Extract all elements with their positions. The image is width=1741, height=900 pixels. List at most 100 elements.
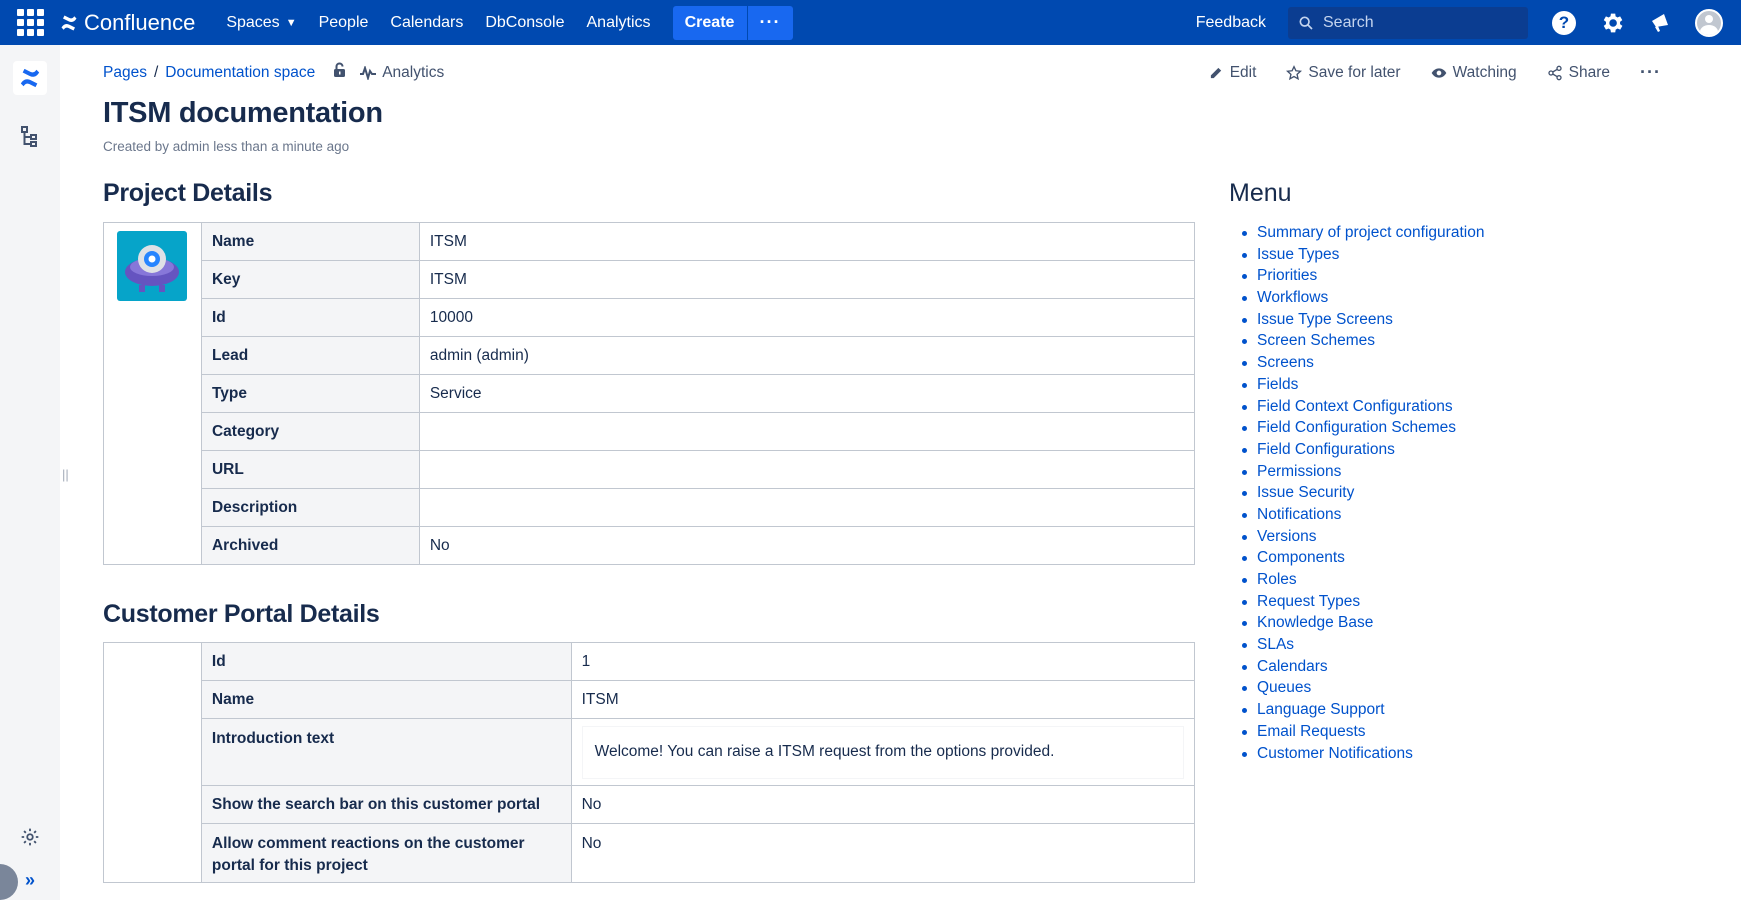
menu-item: Versions <box>1241 526 1484 548</box>
table-row: Name ITSM <box>103 222 1196 565</box>
menu-item: Screen Schemes <box>1241 330 1484 352</box>
menu-item: Workflows <box>1241 287 1484 309</box>
project-details-heading: Project Details <box>103 179 273 207</box>
user-avatar[interactable] <box>1695 8 1723 37</box>
menu-item: Field Context Configurations <box>1241 396 1484 418</box>
nav-calendars-label: Calendars <box>390 13 464 31</box>
space-home-button[interactable] <box>13 61 47 95</box>
nav-analytics-label: Analytics <box>586 13 651 31</box>
watching-button[interactable]: Watching <box>1431 64 1517 82</box>
table-row: Archived No <box>104 526 1196 565</box>
menu-link[interactable]: Email Requests <box>1257 723 1366 740</box>
table-row: Show the search bar on this customer por… <box>104 785 1196 824</box>
project-value-cell: ITSM <box>418 222 1196 261</box>
watching-label: Watching <box>1452 63 1517 81</box>
menu-link[interactable]: Field Context Configurations <box>1257 398 1453 415</box>
notifications-button[interactable] <box>1647 10 1673 36</box>
project-value-cell: admin (admin) <box>418 336 1196 375</box>
portal-logo-cell <box>103 642 202 883</box>
page-analytics-link[interactable]: Analytics <box>359 64 444 82</box>
menu-link[interactable]: Calendars <box>1257 658 1328 675</box>
menu-link[interactable]: Language Support <box>1257 701 1385 718</box>
project-details-table: Name ITSM Key ITSM Id 10000 Lead admin (… <box>103 222 1196 565</box>
table-row: Id 1 <box>103 642 1196 883</box>
project-value-cell: No <box>418 526 1196 565</box>
menu-link[interactable]: Notifications <box>1257 506 1341 523</box>
menu-link[interactable]: Permissions <box>1257 463 1341 480</box>
menu-link[interactable]: Queues <box>1257 679 1311 696</box>
menu-link[interactable]: Request Types <box>1257 593 1360 610</box>
menu-link[interactable]: Knowledge Base <box>1257 614 1373 631</box>
breadcrumb-pages[interactable]: Pages <box>103 64 147 82</box>
analytics-icon <box>360 65 377 80</box>
menu-link[interactable]: Versions <box>1257 528 1316 545</box>
settings-button[interactable] <box>1599 10 1625 36</box>
menu-link[interactable]: Issue Types <box>1257 246 1339 263</box>
app-switcher-icon[interactable] <box>0 0 60 45</box>
table-row: Category <box>104 412 1196 451</box>
menu-link[interactable]: Workflows <box>1257 289 1328 306</box>
menu-item: SLAs <box>1241 634 1484 656</box>
menu-item: Request Types <box>1241 591 1484 613</box>
menu-item: Knowledge Base <box>1241 612 1484 634</box>
project-value-cell <box>418 450 1196 489</box>
page-tree-icon[interactable] <box>19 125 41 154</box>
breadcrumb: Pages / Documentation space Analytics <box>103 62 444 83</box>
share-button[interactable]: Share <box>1547 64 1610 82</box>
nav-spaces[interactable]: Spaces ▼ <box>215 0 307 45</box>
chevron-down-icon: ▼ <box>285 16 297 29</box>
project-key-cell: Key <box>200 260 420 299</box>
menu-link[interactable]: Field Configuration Schemes <box>1257 419 1456 436</box>
menu-link[interactable]: Field Configurations <box>1257 441 1395 458</box>
project-key-cell: URL <box>200 450 420 489</box>
table-row: Id 10000 <box>104 298 1196 337</box>
space-settings-icon[interactable] <box>20 827 40 852</box>
menu-link[interactable]: Screens <box>1257 354 1314 371</box>
introduction-text-box: Welcome! You can raise a ITSM request fr… <box>581 725 1184 779</box>
menu-link[interactable]: Issue Type Screens <box>1257 311 1393 328</box>
menu-link[interactable]: SLAs <box>1257 636 1294 653</box>
expand-sidebar-button[interactable]: » <box>0 860 40 900</box>
edit-label: Edit <box>1229 63 1257 81</box>
menu-panel: Menu Summary of project configuration Is… <box>1229 179 1484 764</box>
eye-icon <box>1431 67 1446 78</box>
help-button[interactable]: ? <box>1551 10 1577 36</box>
portal-key-cell: Introduction text <box>200 718 572 786</box>
portal-key-cell: Allow comment reactions on the customer … <box>200 823 572 883</box>
unlock-icon[interactable] <box>333 62 347 83</box>
sidebar-resize-handle[interactable]: || <box>62 467 69 482</box>
page-title: ITSM documentation <box>103 97 383 129</box>
nav-people[interactable]: People <box>308 0 380 45</box>
save-for-later-button[interactable]: Save for later <box>1286 64 1401 82</box>
menu-link[interactable]: Screen Schemes <box>1257 332 1375 349</box>
breadcrumb-space[interactable]: Documentation space <box>165 64 315 82</box>
edit-button[interactable]: Edit <box>1209 63 1257 82</box>
project-key-cell: Type <box>200 374 420 413</box>
create-button[interactable]: Create <box>672 5 747 40</box>
share-icon <box>1547 65 1562 80</box>
nav-calendars[interactable]: Calendars <box>379 0 474 45</box>
project-value-cell <box>418 412 1196 451</box>
menu-link[interactable]: Roles <box>1257 571 1297 588</box>
menu-link[interactable]: Components <box>1257 549 1345 566</box>
menu-item: Summary of project configuration <box>1241 222 1484 244</box>
create-more-button[interactable]: ··· <box>746 5 793 40</box>
search-input[interactable]: Search <box>1288 6 1528 39</box>
menu-item: Field Configurations <box>1241 439 1484 461</box>
nav-dbconsole[interactable]: DbConsole <box>474 0 575 45</box>
menu-link[interactable]: Summary of project configuration <box>1257 224 1484 241</box>
menu-link[interactable]: Fields <box>1257 376 1298 393</box>
portal-value-cell: 1 <box>570 642 1196 681</box>
menu-link[interactable]: Customer Notifications <box>1257 745 1413 762</box>
menu-link[interactable]: Priorities <box>1257 267 1317 284</box>
menu-item: Permissions <box>1241 461 1484 483</box>
more-actions-button[interactable]: ··· <box>1640 62 1661 83</box>
project-key-cell: Name <box>200 222 420 261</box>
menu-link[interactable]: Issue Security <box>1257 484 1354 501</box>
confluence-logo[interactable]: Confluence <box>60 10 195 36</box>
portal-details-table: Id 1 Name ITSM Introduction text Welcome… <box>103 642 1196 883</box>
menu-list: Summary of project configuration Issue T… <box>1241 222 1484 764</box>
confluence-space-icon <box>20 68 40 88</box>
nav-analytics[interactable]: Analytics <box>576 0 662 45</box>
feedback-link[interactable]: Feedback <box>1196 14 1266 32</box>
